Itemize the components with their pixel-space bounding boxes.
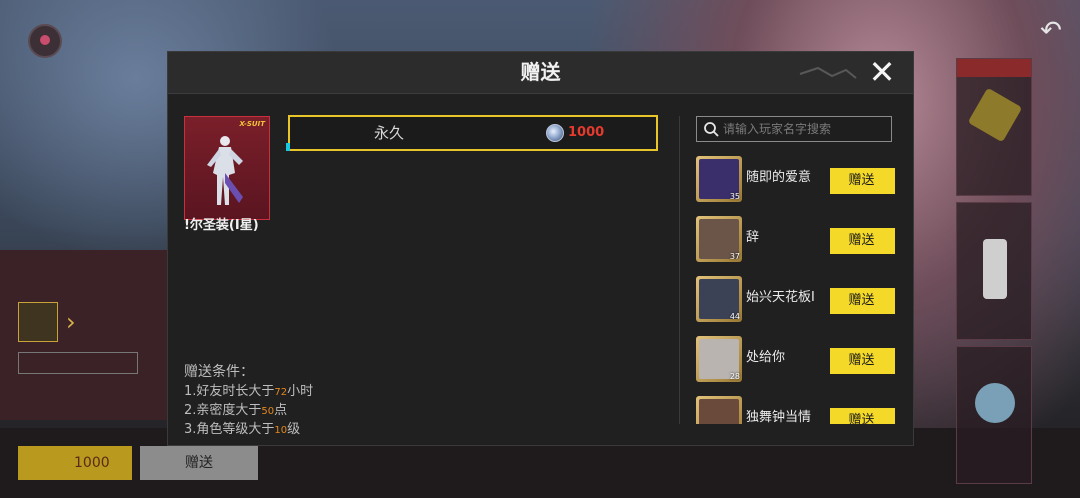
condition-text: 3.角色等级大于 [184, 422, 275, 437]
friend-level: 37 [729, 252, 740, 261]
gift-button[interactable]: 赠送 [830, 348, 895, 374]
background-toggle[interactable] [18, 352, 138, 374]
gift-button[interactable]: 赠送 [830, 228, 895, 254]
item-name: !尔圣装(I星) [184, 218, 259, 233]
background-buy-button[interactable]: 1000 [18, 446, 132, 480]
friend-name: 独舞钟当情 [746, 410, 812, 424]
chevron-right-icon[interactable]: › [66, 308, 96, 338]
friend-level: 35 [729, 192, 740, 201]
friend-level: 44 [729, 312, 740, 321]
background-item-cell[interactable] [956, 202, 1032, 340]
item-thumbnail: X-SUIT [184, 116, 270, 220]
friend-list[interactable]: 35 随即的爱意 赠送 37 辞 赠送 44 始兴天花板I 赠送 28 处给你 … [696, 154, 906, 424]
friend-row: 37 辞 赠送 [696, 214, 906, 270]
gift-dialog: 赠送 ✕ X-SUIT !尔圣装(I星) 永久 1000 赠送条件： 1.好友时… [167, 51, 914, 446]
friend-avatar[interactable]: 35 [696, 156, 742, 202]
player-avatar-icon[interactable] [28, 24, 62, 58]
friend-name: 辞 [746, 230, 760, 245]
friend-row: 35 随即的爱意 赠送 [696, 154, 906, 210]
player-search-input[interactable] [723, 118, 889, 140]
duration-option[interactable]: 永久 1000 [286, 115, 658, 151]
friend-name: 随即的爱意 [746, 170, 812, 185]
weapon-item-icon [983, 239, 1007, 299]
background-item-cell[interactable] [956, 58, 1032, 196]
condition-value: 72 [274, 387, 288, 398]
item-badge: X-SUIT [239, 120, 265, 128]
background-buy-price: 1000 [74, 455, 110, 471]
friend-name: 处给你 [746, 350, 786, 365]
condition-line: 2.亲密度大于50点 [184, 401, 287, 421]
outfit-figure-icon [207, 136, 243, 205]
friend-name: 始兴天花板I [746, 290, 815, 305]
close-icon[interactable]: ✕ [866, 56, 898, 88]
dialog-header: 赠送 ✕ [168, 52, 913, 94]
condition-unit: 点 [274, 403, 288, 418]
avatar-image [699, 399, 739, 424]
condition-unit: 级 [287, 422, 301, 437]
coin-icon [546, 124, 564, 142]
friend-avatar[interactable]: 28 [696, 336, 742, 382]
friend-row: 28 处给你 赠送 [696, 334, 906, 390]
condition-value: 50 [261, 406, 275, 417]
player-search-field[interactable] [696, 116, 892, 142]
condition-unit: 小时 [287, 384, 314, 399]
condition-line: 3.角色等级大于10级 [184, 420, 300, 440]
condition-value: 10 [274, 425, 288, 436]
background-item-grid [916, 56, 1080, 484]
outfit-item-icon [975, 383, 1015, 423]
search-icon [704, 122, 719, 137]
panel-divider [679, 116, 680, 424]
condition-text: 1.好友时长大于 [184, 384, 275, 399]
background-gift-label: 赠送 [185, 455, 213, 471]
gift-button[interactable]: 赠送 [830, 408, 895, 424]
background-gift-button[interactable]: 赠送 [140, 446, 258, 480]
header-decoration-icon [799, 66, 857, 79]
background-item-cell[interactable] [956, 346, 1032, 484]
friend-level: 28 [729, 372, 740, 381]
friend-row: 44 始兴天花板I 赠送 [696, 274, 906, 330]
back-arrow-icon[interactable]: ↶ [1036, 18, 1066, 44]
friend-avatar[interactable]: 37 [696, 216, 742, 262]
duration-label: 永久 [374, 124, 405, 142]
friend-row: 独舞钟当情 赠送 [696, 394, 906, 424]
gold-item-icon [967, 87, 1023, 143]
condition-line: 1.好友时长大于72小时 [184, 382, 313, 402]
friend-avatar[interactable] [696, 396, 742, 424]
conditions-title: 赠送条件： [184, 364, 254, 380]
gift-button[interactable]: 赠送 [830, 288, 895, 314]
gift-button[interactable]: 赠送 [830, 168, 895, 194]
cell-badge [957, 59, 1031, 77]
option-price: 1000 [568, 125, 605, 140]
friend-avatar[interactable]: 44 [696, 276, 742, 322]
background-slot-icon[interactable] [18, 302, 58, 342]
condition-text: 2.亲密度大于 [184, 403, 262, 418]
